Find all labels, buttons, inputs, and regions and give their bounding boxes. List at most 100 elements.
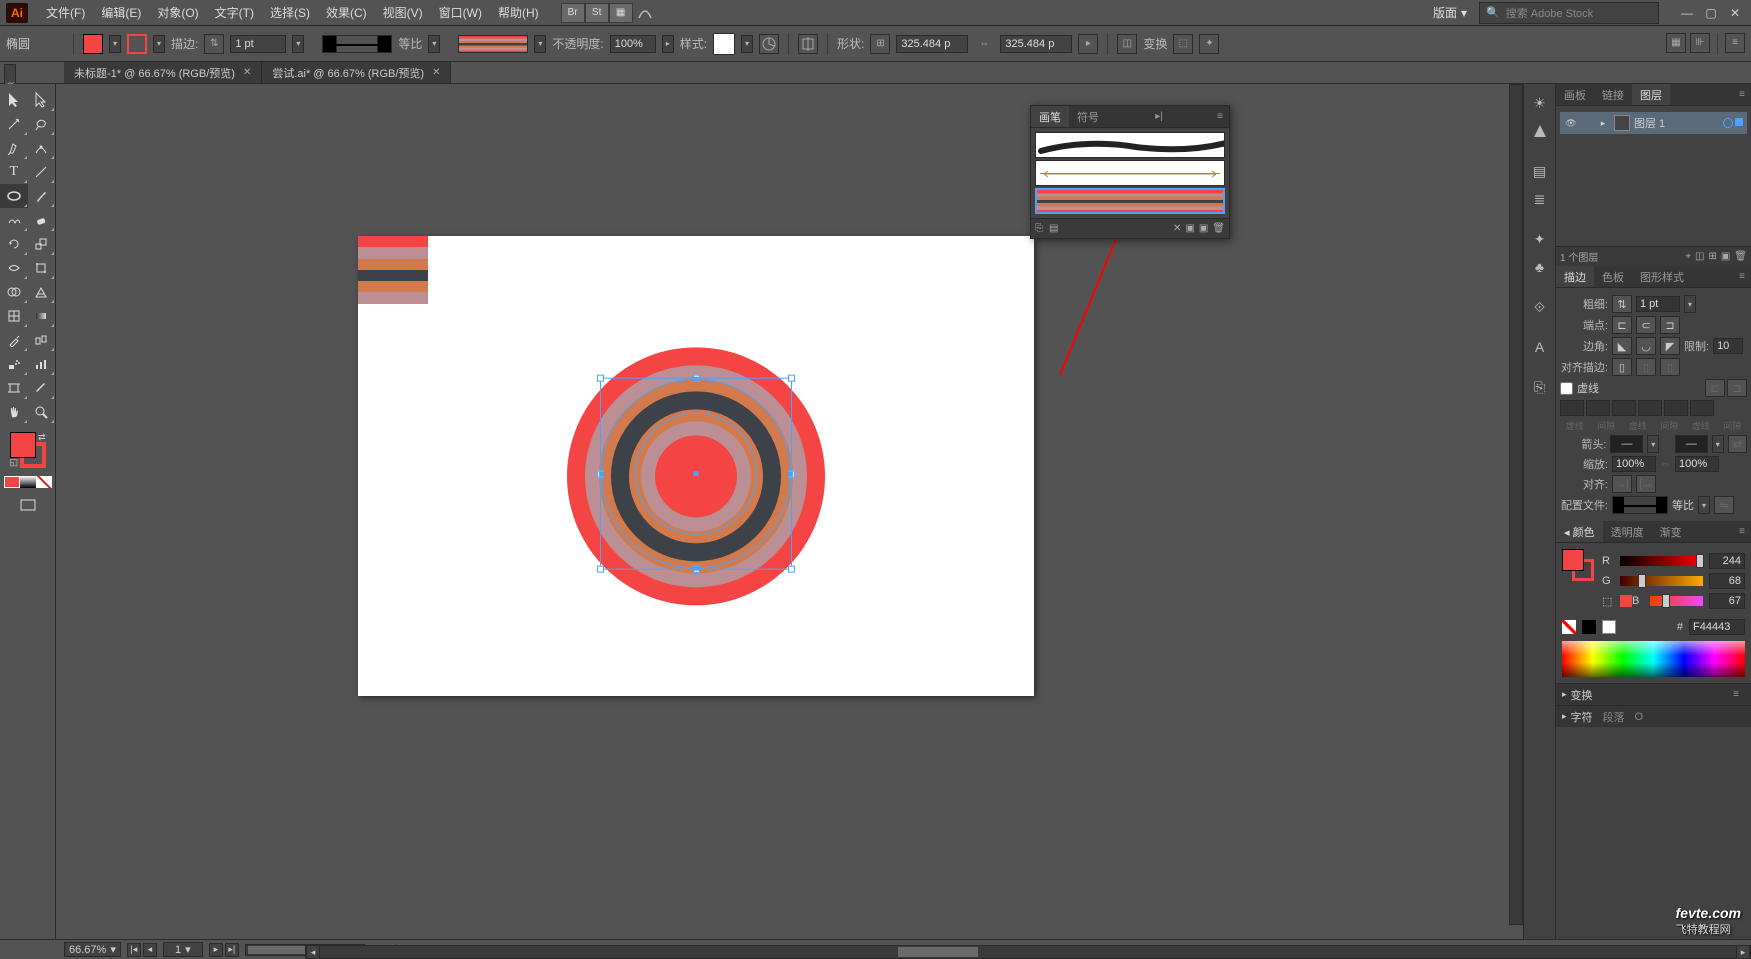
menu-object[interactable]: 对象(O) xyxy=(149,4,206,21)
selection-tool[interactable] xyxy=(0,88,28,112)
appearance-icon[interactable]: ⟐ xyxy=(1527,294,1553,320)
shape-link-icon[interactable]: ⊞ xyxy=(870,34,890,54)
brushes-panel[interactable]: 画笔 符号 ▸| ≡ ⎘ ▤ ✕ ▣ ▣ 🗑 xyxy=(1030,105,1230,239)
paragraph-tab[interactable]: 段落 xyxy=(1603,709,1625,725)
menu-type[interactable]: 文字(T) xyxy=(207,4,262,21)
canvas-area[interactable] xyxy=(56,84,1523,939)
hand-tool[interactable] xyxy=(0,400,28,424)
new-layer-icon[interactable]: ▣ xyxy=(1721,251,1730,262)
stroke-icon[interactable]: ♣ xyxy=(1527,254,1553,280)
panel-menu-icon[interactable]: ≡ xyxy=(1727,689,1745,700)
brush-lib-icon[interactable]: ⎘ xyxy=(1035,223,1043,234)
shape-width-input[interactable] xyxy=(896,35,968,53)
close-icon[interactable]: ✕ xyxy=(243,67,251,78)
anchor-point[interactable] xyxy=(694,566,699,571)
profile-swatch[interactable] xyxy=(1612,496,1668,514)
fill-stroke-indicator[interactable]: ⇄ ◱ xyxy=(10,432,46,468)
menu-help[interactable]: 帮助(H) xyxy=(490,4,547,21)
gradient-mode[interactable] xyxy=(20,476,36,488)
zoom-dropdown[interactable]: 66.67%▾ xyxy=(64,942,121,957)
fill-dropdown[interactable]: ▾ xyxy=(109,35,121,53)
free-transform-tool[interactable] xyxy=(28,256,56,280)
none-mode[interactable] xyxy=(36,476,52,488)
cap-square-icon[interactable]: ⊐ xyxy=(1660,316,1680,334)
workspace-dropdown[interactable]: 版面 ▾ xyxy=(1425,4,1475,21)
export-icon[interactable]: ⎘ xyxy=(1527,374,1553,400)
anchor-point[interactable] xyxy=(788,472,793,477)
tab-graphic-styles[interactable]: 图形样式 xyxy=(1632,266,1692,287)
stroke-weight-input[interactable] xyxy=(230,35,286,53)
panel-collapse-icon[interactable]: ▸| xyxy=(1150,106,1168,127)
delete-brush-icon[interactable]: 🗑 xyxy=(1212,223,1225,234)
stock-button[interactable]: St xyxy=(585,3,609,23)
profile-dropdown[interactable]: ▾ xyxy=(428,35,440,53)
resize-handle[interactable] xyxy=(597,375,604,382)
delete-layer-icon[interactable]: 🗑 xyxy=(1734,251,1747,262)
last-artboard-button[interactable]: ▸| xyxy=(225,943,239,957)
magic-wand-tool[interactable] xyxy=(0,112,28,136)
cap-butt-icon[interactable]: ⊏ xyxy=(1612,316,1632,334)
tab-symbols[interactable]: 符号 xyxy=(1069,106,1107,127)
swatches-icon[interactable]: ▤ xyxy=(1527,158,1553,184)
menu-window[interactable]: 窗口(W) xyxy=(431,4,490,21)
artboard-tool[interactable] xyxy=(0,376,28,400)
miter-limit-input[interactable] xyxy=(1713,338,1743,354)
brush-options-icon[interactable]: ▣ xyxy=(1185,223,1194,234)
visibility-icon[interactable]: 👁 xyxy=(1564,116,1578,130)
shape-builder-tool[interactable] xyxy=(0,280,28,304)
weight-dropdown[interactable]: ▾ xyxy=(1684,295,1696,313)
b-slider[interactable] xyxy=(1650,596,1703,606)
bridge-button[interactable]: Br xyxy=(561,3,585,23)
tab-stroke[interactable]: 描边 xyxy=(1556,266,1594,287)
corner-miter-icon[interactable]: ◣ xyxy=(1612,337,1632,355)
arrange-docs-button[interactable]: ▦ xyxy=(609,3,633,23)
ellipse-tool[interactable] xyxy=(0,184,28,208)
arrow-end-dropdown[interactable]: — xyxy=(1675,435,1708,453)
perspective-tool[interactable] xyxy=(28,280,56,304)
cube-icon[interactable]: ⬚ xyxy=(1602,595,1614,608)
type-tool[interactable]: T xyxy=(0,160,28,184)
anchor-point[interactable] xyxy=(694,377,699,382)
stroke-weight-stepper[interactable]: ⇅ xyxy=(204,34,224,54)
r-slider[interactable] xyxy=(1620,556,1703,566)
align-center-icon[interactable]: ▯ xyxy=(1612,358,1632,376)
link-wh-icon[interactable]: ⇔ xyxy=(974,34,994,54)
black-swatch[interactable] xyxy=(1582,620,1596,634)
gradient-tool[interactable] xyxy=(28,304,56,328)
default-colors-icon[interactable]: ◱ xyxy=(10,457,19,468)
target-icon[interactable] xyxy=(1723,118,1733,128)
type-panel-icon[interactable]: A xyxy=(1527,334,1553,360)
curvature-tool[interactable] xyxy=(28,136,56,160)
tab-gradient[interactable]: 渐变 xyxy=(1652,521,1690,542)
make-clip-icon[interactable]: ◫ xyxy=(1695,251,1704,262)
brushes-icon[interactable]: ≣ xyxy=(1527,186,1553,212)
gpu-perf-icon[interactable] xyxy=(633,3,657,23)
layer-name[interactable]: 图层 1 xyxy=(1634,115,1665,131)
prev-artboard-button[interactable]: ◂ xyxy=(143,943,157,957)
cap-round-icon[interactable]: ⊂ xyxy=(1636,316,1656,334)
doc-setup-icon[interactable]: ▦ xyxy=(1666,33,1686,53)
profile-dropdown[interactable]: ▾ xyxy=(1698,496,1710,514)
menu-select[interactable]: 选择(S) xyxy=(262,4,318,21)
fill-color-swatch[interactable] xyxy=(83,34,103,54)
none-swatch[interactable] xyxy=(1562,620,1576,634)
isolate-icon[interactable]: ⬚ xyxy=(1173,34,1193,54)
eraser-tool[interactable] xyxy=(28,208,56,232)
brush-calligraphic[interactable] xyxy=(1035,132,1225,158)
brush-definition-swatch[interactable] xyxy=(458,35,528,53)
tab-color[interactable]: ◂ 颜色 xyxy=(1556,521,1603,542)
opacity-input[interactable] xyxy=(610,35,656,53)
locate-icon[interactable]: ⌖ xyxy=(1685,251,1691,262)
dashed-checkbox[interactable] xyxy=(1560,382,1573,395)
r-input[interactable] xyxy=(1709,553,1745,569)
window-maximize[interactable]: ▢ xyxy=(1701,5,1721,21)
tab-brushes[interactable]: 画笔 xyxy=(1031,106,1069,127)
recolor-icon[interactable] xyxy=(759,34,779,54)
artboard-nav-input[interactable]: 1▾ xyxy=(163,942,203,957)
resize-handle[interactable] xyxy=(788,566,795,573)
tab-artboards[interactable]: 画板 xyxy=(1556,84,1594,105)
direct-selection-tool[interactable] xyxy=(28,88,56,112)
screen-mode-icon[interactable] xyxy=(17,496,39,514)
libraries-icon[interactable]: ☀ xyxy=(1527,90,1553,116)
opentype-tab[interactable]: O xyxy=(1635,711,1644,723)
